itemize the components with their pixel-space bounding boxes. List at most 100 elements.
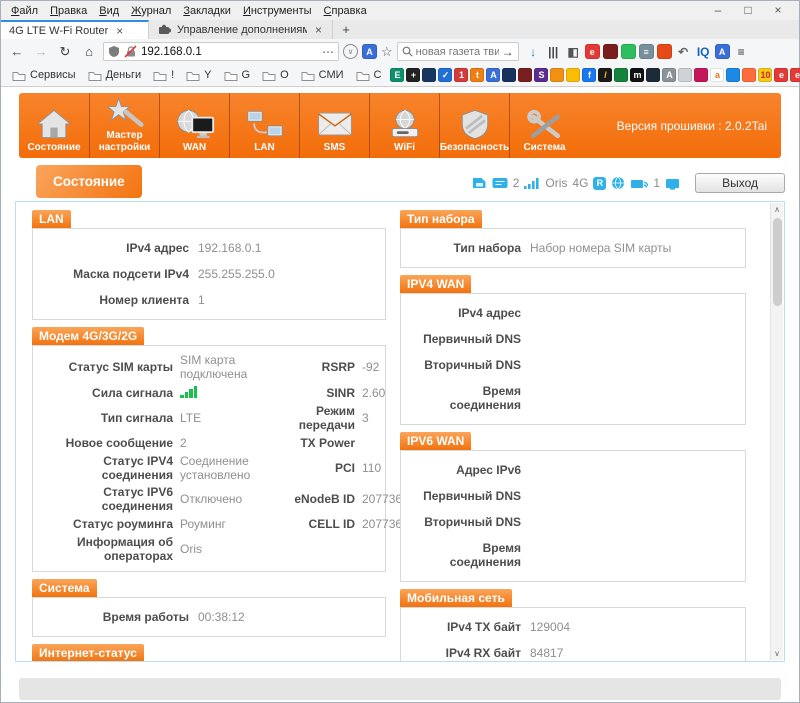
bookmark-favicon[interactable] (502, 68, 516, 82)
nav-lan[interactable]: LAN (229, 93, 299, 158)
window-controls: – □ × (703, 1, 793, 19)
translate-icon[interactable]: A (715, 44, 730, 59)
bookmark-favicon[interactable] (678, 68, 692, 82)
bookmark-favicon[interactable]: t (470, 68, 484, 82)
new-tab-button[interactable]: + (333, 20, 359, 39)
search-bar[interactable]: новая газета твитте → (397, 42, 519, 61)
iq-extension-icon[interactable]: IQ (695, 45, 712, 59)
bookmark-folder[interactable]: Сервисы (7, 69, 81, 81)
bookmark-favicon[interactable]: / (598, 68, 612, 82)
menu-view[interactable]: Вид (93, 3, 125, 19)
home-icon (34, 108, 74, 140)
menu-edit[interactable]: Правка (44, 3, 93, 19)
bookmark-folder[interactable]: С (351, 69, 387, 81)
scroll-up-icon[interactable]: ∧ (774, 203, 780, 216)
bookmark-favicon[interactable]: a (710, 68, 724, 82)
library-icon[interactable]: ||| (545, 45, 562, 59)
nav-wan[interactable]: WAN (159, 93, 229, 158)
table-row: Вторичный DNS (409, 509, 737, 535)
bookmark-favicon[interactable] (518, 68, 532, 82)
panel-modem: Модем 4G/3G/2G Статус SIM картыSIM карта… (32, 327, 386, 572)
nav-wifi[interactable]: WiFi (369, 93, 439, 158)
tab-status-page[interactable]: Состояние (36, 165, 142, 198)
pocket-icon[interactable]: ∨ (343, 44, 358, 59)
table-row: Информация об операторахOris (41, 534, 377, 566)
url-text[interactable]: 192.168.0.1 (141, 46, 318, 58)
scroll-down-icon[interactable]: ∨ (774, 647, 780, 660)
tab-close-icon[interactable]: × (114, 24, 125, 38)
nav-system[interactable]: Система (509, 93, 579, 158)
bookmark-favicon[interactable] (566, 68, 580, 82)
bookmark-folder[interactable]: Деньги (83, 69, 147, 81)
back-button[interactable]: ← (7, 44, 27, 59)
tab-addons[interactable]: Управление дополнениями × (149, 20, 333, 39)
bookmark-favicon[interactable]: E (390, 68, 404, 82)
folder-icon (12, 70, 26, 81)
nav-sms[interactable]: SMS (299, 93, 369, 158)
bookmark-favicon[interactable] (742, 68, 756, 82)
extension-evernote-icon[interactable] (621, 44, 636, 59)
bookmark-favicon[interactable] (694, 68, 708, 82)
bookmark-favicon[interactable]: A (662, 68, 676, 82)
panel-system-title: Система (32, 579, 97, 597)
maximize-button[interactable]: □ (733, 1, 763, 19)
bookmark-favicon[interactable]: m (630, 68, 644, 82)
search-query[interactable]: новая газета твитте (416, 46, 499, 58)
bookmark-favicon[interactable]: e (774, 68, 788, 82)
undo-icon[interactable]: ↶ (675, 45, 692, 59)
extension-icon[interactable] (657, 44, 672, 59)
menu-history[interactable]: Журнал (125, 3, 177, 19)
extension-shield-icon[interactable] (603, 44, 618, 59)
address-bar[interactable]: 192.168.0.1 ⋯ (103, 42, 339, 61)
menu-tools[interactable]: Инструменты (237, 3, 318, 19)
menu-bookmarks[interactable]: Закладки (177, 3, 237, 19)
reload-button[interactable]: ↻ (55, 44, 75, 60)
bookmark-folder[interactable]: Y (181, 69, 216, 81)
bookmark-favicon[interactable]: e (790, 68, 800, 82)
nav-wizard[interactable]: Мастер настройки (89, 93, 159, 158)
bookmark-favicon[interactable] (614, 68, 628, 82)
table-row: Тип сигналаLTE Режим передачи3 (41, 403, 377, 435)
nav-security[interactable]: Безопасность (439, 93, 509, 158)
close-button[interactable]: × (763, 1, 793, 19)
page-actions-icon[interactable]: ⋯ (322, 45, 334, 59)
inner-scrollbar[interactable]: ∧ ∨ (770, 203, 783, 660)
roaming-icon: R (593, 177, 606, 190)
bookmark-star-icon[interactable]: ☆ (381, 44, 393, 60)
bookmark-favicon[interactable]: A (486, 68, 500, 82)
tab-router[interactable]: 4G LTE W-Fi Router × (1, 20, 149, 39)
bookmark-folder[interactable]: G (219, 69, 256, 81)
extension-icon[interactable]: ≡ (639, 44, 654, 59)
translate-icon[interactable]: A (362, 44, 377, 59)
logout-button[interactable]: Выход (695, 173, 785, 193)
bookmark-favicon[interactable] (726, 68, 740, 82)
bookmark-favicon[interactable]: + (406, 68, 420, 82)
bookmark-folder[interactable]: СМИ (296, 69, 349, 81)
wizard-icon (105, 96, 145, 128)
scrollbar-thumb[interactable] (773, 218, 782, 306)
tab-close-icon[interactable]: × (313, 23, 324, 37)
bookmark-favicon[interactable]: f (582, 68, 596, 82)
search-go-icon[interactable]: → (502, 45, 514, 59)
bookmark-favicon[interactable]: S (534, 68, 548, 82)
hamburger-menu-icon[interactable]: ≡ (733, 45, 750, 59)
folder-icon (356, 70, 370, 81)
sidebar-icon[interactable]: ◧ (565, 45, 582, 59)
extension-icon[interactable]: e (585, 44, 600, 59)
menu-help[interactable]: Справка (318, 3, 373, 19)
bookmark-favicon[interactable] (646, 68, 660, 82)
download-icon[interactable]: ↓ (525, 45, 542, 59)
bookmark-favicon[interactable] (550, 68, 564, 82)
menu-file[interactable]: Файл (5, 3, 44, 19)
bookmark-folder[interactable]: ! (148, 69, 179, 81)
home-button[interactable]: ⌂ (79, 44, 99, 59)
bookmark-favicon[interactable]: 1 (454, 68, 468, 82)
bookmark-folder[interactable]: О (257, 69, 294, 81)
forward-button[interactable]: → (31, 44, 51, 59)
bookmark-favicon[interactable]: ✓ (438, 68, 452, 82)
bookmark-favicon[interactable]: 10 (758, 68, 772, 82)
nav-status[interactable]: Состояние (19, 93, 89, 158)
bookmark-favicon[interactable] (422, 68, 436, 82)
minimize-button[interactable]: – (703, 1, 733, 19)
panel-lan: LAN IPv4 адрес192.168.0.1 Маска подсети … (32, 210, 386, 320)
